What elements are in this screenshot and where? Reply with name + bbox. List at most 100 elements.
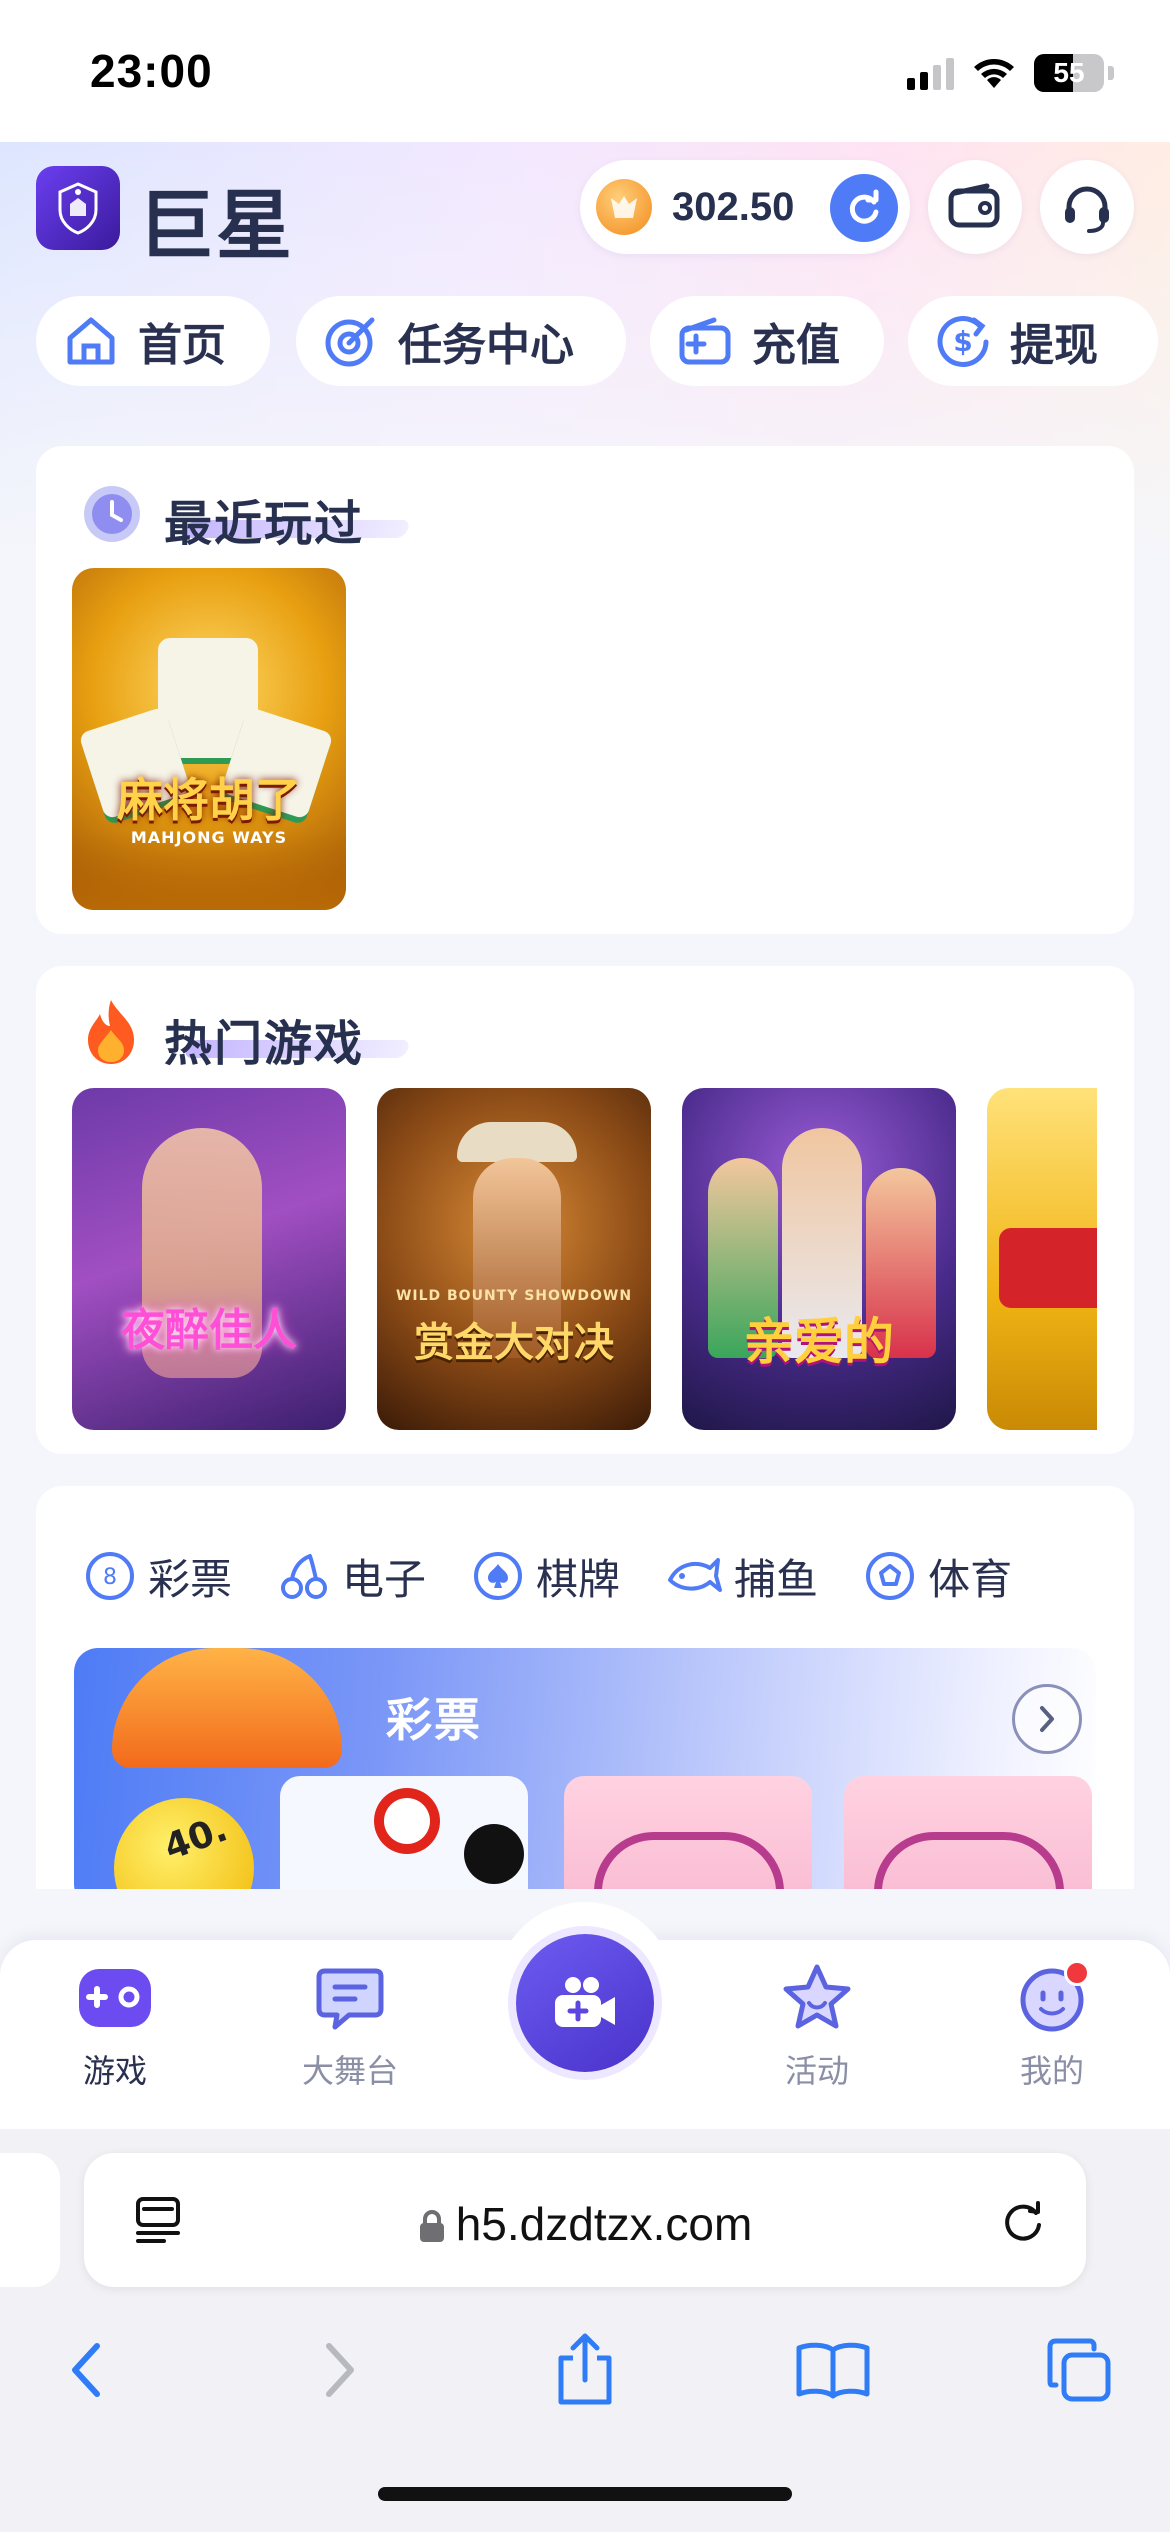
nav-recharge[interactable]: 充值 [650,296,884,386]
banner-next-button[interactable] [1012,1684,1082,1754]
nav-home[interactable]: 首页 [36,296,270,386]
url-text[interactable]: h5.dzdtzx.com [84,2197,1086,2251]
wallet-button[interactable] [928,160,1022,254]
category-tabs: 8 彩票 电子 棋牌 捕鱼 体育 [84,1536,1058,1616]
gamepad-icon [79,1969,151,2027]
game-card-mahjong-ways[interactable]: 麻将胡了 MAHJONG WAYS [72,568,346,910]
nav-task-center[interactable]: 任务中心 [296,296,626,386]
category-fishing-label: 捕鱼 [734,1554,819,1604]
previous-tab-peek[interactable] [0,2153,60,2287]
nav-home-label: 首页 [138,320,226,371]
reload-icon[interactable] [998,2195,1048,2245]
category-fishing[interactable]: 捕鱼 [666,1536,818,1616]
address-bar[interactable]: h5.dzdtzx.com [84,2153,1086,2287]
tabs-button[interactable] [1034,2325,1124,2415]
svg-text:8: 8 [103,1565,117,1590]
lottery-game-card[interactable] [844,1776,1092,1889]
category-cards[interactable]: 棋牌 [472,1536,620,1616]
book-icon [796,2342,870,2399]
fish-icon [668,1558,723,1592]
headset-icon [1065,186,1109,233]
category-sports[interactable]: 体育 [864,1536,1012,1616]
game-title-mahjong: 麻将胡了 [117,773,301,827]
cellular-signal-icon [907,56,954,90]
wifi-icon [974,59,1014,88]
tab-profile[interactable]: 我的 [977,1960,1127,2110]
game-card-night-beauty[interactable]: 夜醉佳人 [72,1088,346,1430]
app-logo: 巨星 [138,181,294,270]
live-video-button[interactable] [516,1934,654,2072]
wallet-icon [948,183,1000,228]
tab-stage[interactable]: 大舞台 [275,1960,425,2110]
game-card-darling[interactable]: 亲爱的 [682,1088,956,1430]
tab-profile-label: 我的 [1019,2052,1084,2090]
game-title-darling: 亲爱的 [744,1313,894,1371]
balance-pill[interactable]: 302.50 [580,160,910,254]
lottery-banner[interactable]: 40. 彩票 [74,1648,1096,1889]
game-categories-card: 8 彩票 电子 棋牌 捕鱼 体育 40. 彩票 [36,1486,1134,1889]
tab-stage-label: 大舞台 [301,2052,398,2090]
target-icon [325,317,375,367]
back-button[interactable] [42,2325,132,2415]
flag-image [374,1788,440,1854]
recent-played-card: 最近玩过 麻将胡了 MAHJONG WAYS [36,446,1134,934]
notification-dot [1064,1960,1090,1986]
browser-chrome: h5.dzdtzx.com [0,2129,1170,2532]
eight-ball-image [464,1824,524,1884]
lottery-banner-title: 彩票 [386,1693,482,1747]
home-icon [67,317,115,365]
nav-task-center-label: 任务中心 [398,320,574,371]
app-content: 巨星 302.50 首页 任务中心 充值 $ 提现 最近玩过 麻将胡了 MAHJ… [0,142,1170,1889]
forward-button[interactable] [294,2325,384,2415]
flame-icon [88,1000,134,1064]
category-slots-label: 电子 [342,1554,427,1604]
lottery-ball-icon: 8 [86,1552,134,1600]
tab-games[interactable]: 游戏 [40,1960,190,2110]
tab-events[interactable]: 活动 [742,1960,892,2110]
parachute-image [112,1648,342,1768]
cowgirl-image [457,1122,577,1162]
game-title-night-beauty: 夜醉佳人 [121,1305,297,1356]
dollar-arrow-icon: $ [937,316,989,367]
logo-crest-icon [36,166,120,250]
star-icon [783,1964,851,2029]
coin-icon [596,179,652,235]
app-header: 巨星 302.50 [0,142,1170,272]
game-title-wild-bounty: 赏金大对决 [414,1320,614,1366]
share-icon [558,2333,612,2405]
game-card-wild-bounty[interactable]: WILD BOUNTY SHOWDOWN 赏金大对决 [377,1088,651,1430]
category-lottery[interactable]: 8 彩票 [84,1536,232,1616]
clock-icon [84,486,140,542]
chevron-right-icon [326,2343,354,2397]
category-lottery-label: 彩票 [148,1554,233,1604]
status-bar: 23:00 55 [0,0,1170,142]
refresh-balance-button[interactable] [830,174,898,242]
nav-withdraw-label: 提现 [1010,320,1098,371]
nav-withdraw[interactable]: $ 提现 [908,296,1158,386]
soccer-ball-icon [866,1552,915,1600]
game-subtitle-mahjong: MAHJONG WAYS [130,828,288,847]
category-slots[interactable]: 电子 [278,1536,426,1616]
refresh-icon [849,189,879,224]
bookmarks-button[interactable] [788,2325,878,2415]
home-indicator [378,2487,792,2501]
lottery-game-card[interactable] [564,1776,812,1889]
chevron-right-icon [1040,1706,1054,1732]
tabs-icon [1047,2338,1111,2402]
chevron-left-icon [72,2343,100,2397]
game-card-partial[interactable] [987,1088,1097,1430]
chat-bubble-icon [316,1968,384,2030]
recent-played-title: 最近玩过 [164,496,365,552]
share-button[interactable] [540,2325,630,2415]
video-camera-icon [555,1977,615,2027]
spade-chip-icon [474,1552,523,1600]
cherry-icon [281,1554,328,1599]
svg-text:$: $ [953,325,972,358]
lock-icon [419,2210,444,2242]
status-time: 23:00 [90,45,213,97]
battery-level: 55 [1053,57,1085,88]
category-cards-label: 棋牌 [536,1554,621,1604]
support-button[interactable] [1040,160,1134,254]
game-subtitle-wild-bounty: WILD BOUNTY SHOWDOWN [395,1288,633,1304]
battery-icon: 55 [1034,54,1104,92]
